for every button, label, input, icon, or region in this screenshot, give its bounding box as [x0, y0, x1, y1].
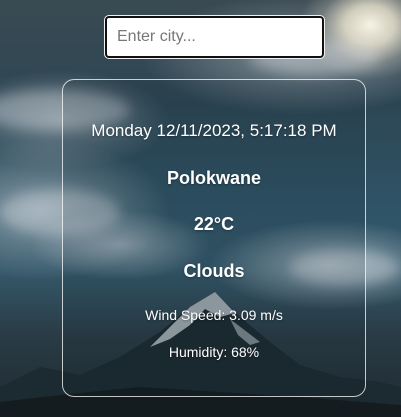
weather-card: Monday 12/11/2023, 5:17:18 PM Polokwane … [62, 79, 366, 397]
wind-speed-text: Wind Speed: 3.09 m/s [145, 307, 283, 323]
search-input[interactable] [104, 15, 325, 59]
city-name: Polokwane [166, 168, 262, 188]
humidity-text: Humidity: 68% [168, 344, 260, 360]
weather-app: Monday 12/11/2023, 5:17:18 PM Polokwane … [0, 0, 401, 417]
weather-condition: Clouds [183, 261, 245, 281]
date-time-text: Monday 12/11/2023, 5:17:18 PM [91, 121, 337, 140]
temperature-value: 22°C [193, 214, 235, 234]
